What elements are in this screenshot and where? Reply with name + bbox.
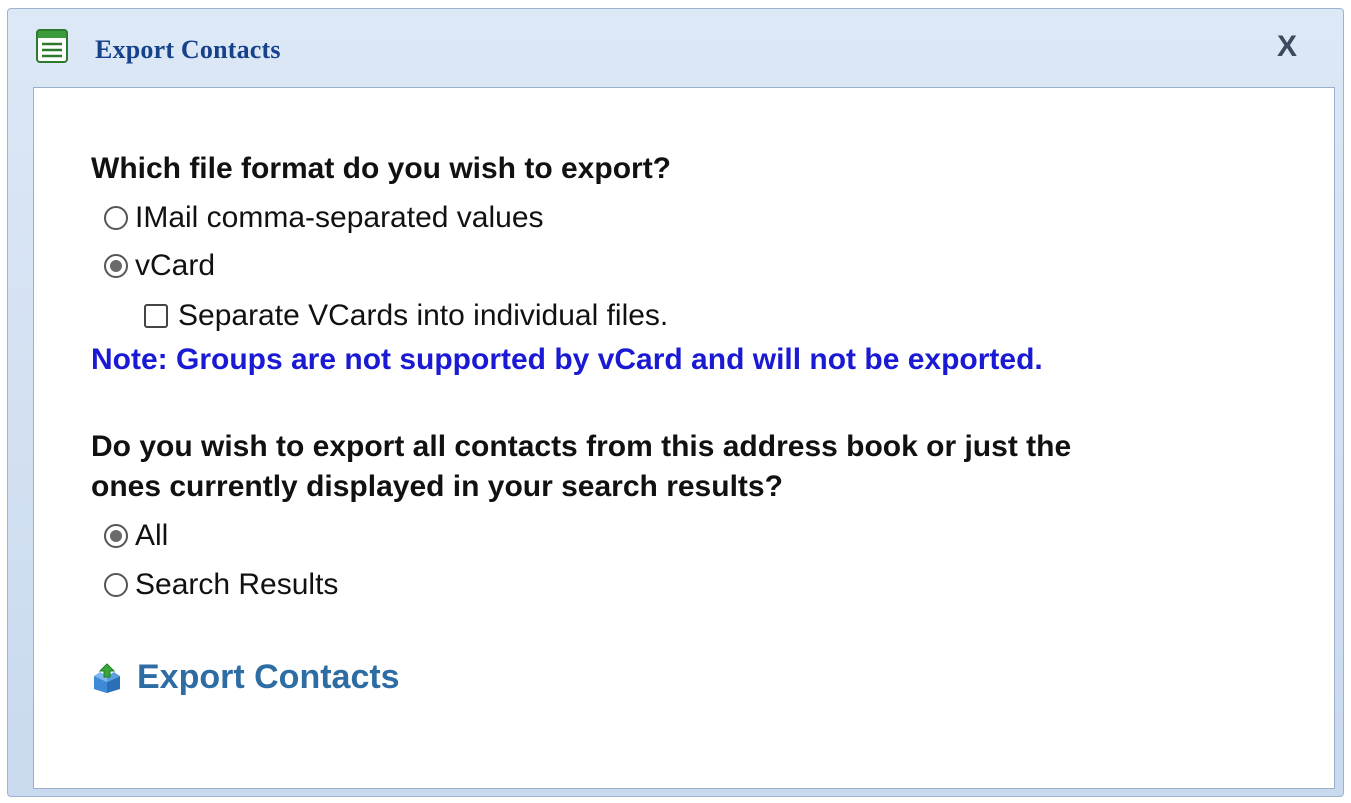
- export-contacts-button[interactable]: Export Contacts: [91, 658, 400, 697]
- format-option-vcard[interactable]: vCard: [104, 249, 215, 283]
- format-question: Which file format do you wish to export?: [91, 152, 672, 185]
- scope-option-label: Search Results: [135, 568, 339, 601]
- scope-option-search-results[interactable]: Search Results: [104, 568, 338, 602]
- format-option-label: vCard: [135, 249, 216, 282]
- scope-question-line2: ones currently displayed in your search …: [91, 470, 783, 503]
- dialog-content: Which file format do you wish to export?…: [33, 87, 1335, 789]
- export-box-icon: [91, 662, 123, 694]
- scope-question-line1: Do you wish to export all contacts from …: [91, 430, 1072, 463]
- export-contacts-dialog: Export Contacts X Which file format do y…: [7, 8, 1344, 797]
- separate-vcards-label: Separate VCards into individual files.: [178, 299, 669, 332]
- vcard-groups-note: Note: Groups are not supported by vCard …: [91, 343, 1043, 376]
- scope-option-all[interactable]: All: [104, 519, 168, 553]
- scope-option-label: All: [135, 519, 169, 552]
- radio-imail-csv[interactable]: [104, 206, 128, 230]
- separate-vcards-checkbox[interactable]: [144, 304, 168, 328]
- format-option-imail-csv[interactable]: IMail comma-separated values: [104, 201, 544, 235]
- format-option-label: IMail comma-separated values: [135, 201, 544, 234]
- close-button[interactable]: X: [1267, 29, 1307, 65]
- radio-search-results[interactable]: [104, 573, 128, 597]
- radio-vcard[interactable]: [104, 254, 128, 278]
- window-list-icon: [36, 29, 68, 63]
- export-contacts-label: Export Contacts: [137, 658, 400, 696]
- separate-vcards-option[interactable]: Separate VCards into individual files.: [144, 299, 668, 333]
- radio-all[interactable]: [104, 524, 128, 548]
- dialog-title: Export Contacts: [95, 35, 281, 64]
- dialog-titlebar[interactable]: Export Contacts X: [8, 9, 1343, 87]
